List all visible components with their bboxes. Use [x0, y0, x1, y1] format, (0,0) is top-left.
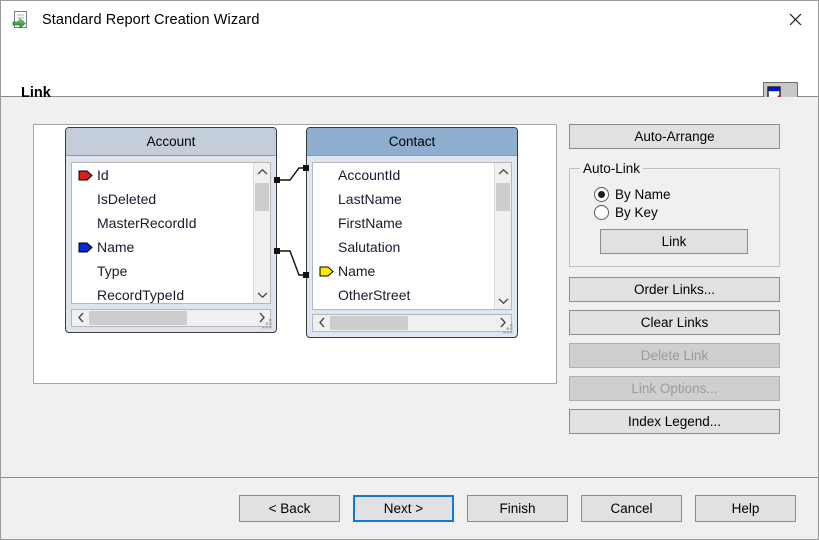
field-list-account[interactable]: Id IsDeleted MasterRecordId Name — [71, 162, 271, 304]
chevron-left-icon — [77, 311, 85, 326]
next-button[interactable]: Next > — [353, 495, 454, 522]
scrollbar-thumb[interactable] — [255, 183, 269, 211]
auto-link-group: Auto-Link By Name By Key Link — [569, 161, 780, 267]
field-label: RecordTypeId — [97, 287, 184, 303]
field-row[interactable]: Type — [72, 259, 253, 283]
field-row[interactable]: Salutation — [313, 235, 494, 259]
scroll-left-button[interactable] — [72, 310, 89, 326]
table-name-contact: Contact — [389, 134, 436, 149]
clear-links-button[interactable]: Clear Links — [569, 310, 780, 335]
field-row[interactable]: Name — [72, 235, 253, 259]
link-options-button[interactable]: Link Options... — [569, 376, 780, 401]
chevron-down-icon — [257, 287, 268, 302]
field-label: LastName — [338, 191, 402, 207]
field-row[interactable]: MasterRecordId — [72, 211, 253, 235]
title-bar: Standard Report Creation Wizard — [1, 1, 818, 39]
vertical-scrollbar[interactable] — [253, 163, 270, 303]
yellow-index-arrow-icon — [319, 266, 334, 277]
cancel-button[interactable]: Cancel — [581, 495, 682, 522]
table-header-account[interactable]: Account — [66, 128, 276, 156]
scroll-up-button[interactable] — [495, 163, 511, 180]
field-label: Name — [338, 263, 375, 279]
link-button[interactable]: Link — [600, 229, 748, 254]
link-line-id-accountid — [274, 165, 309, 183]
link-canvas[interactable]: Account Id IsDeleted — [33, 124, 557, 384]
link-line-name-name — [274, 248, 309, 278]
radio-label: By Key — [615, 205, 658, 220]
scroll-down-button[interactable] — [254, 286, 270, 303]
field-label: OtherStreet — [338, 287, 410, 303]
red-key-arrow-icon — [78, 170, 93, 181]
scroll-up-button[interactable] — [254, 163, 270, 180]
field-row[interactable]: AccountId — [313, 163, 494, 187]
table-box-contact[interactable]: Contact AccountId LastName FirstName — [306, 127, 518, 338]
table-box-account[interactable]: Account Id IsDeleted — [65, 127, 277, 333]
horizontal-scrollbar[interactable] — [71, 309, 271, 327]
field-label: IsDeleted — [97, 191, 156, 207]
resize-grip-icon[interactable] — [262, 317, 273, 328]
page-body: Account Id IsDeleted — [1, 97, 818, 477]
chevron-left-icon — [318, 316, 326, 331]
scrollbar-thumb[interactable] — [330, 316, 408, 330]
field-list-contact[interactable]: AccountId LastName FirstName Salutation — [312, 162, 512, 310]
page-header: Link Link together the tables you added … — [1, 39, 818, 97]
field-row[interactable]: IsDeleted — [72, 187, 253, 211]
resize-grip-icon[interactable] — [503, 322, 514, 333]
vertical-scrollbar[interactable] — [494, 163, 511, 309]
scrollbar-track[interactable] — [408, 315, 494, 331]
field-row[interactable]: FirstName — [313, 211, 494, 235]
field-label: Name — [97, 239, 134, 255]
radio-indicator — [594, 187, 609, 202]
field-row[interactable]: LastName — [313, 187, 494, 211]
field-label: Id — [97, 167, 109, 183]
field-label: Salutation — [338, 239, 400, 255]
field-label: MasterRecordId — [97, 215, 197, 231]
index-legend-button[interactable]: Index Legend... — [569, 409, 780, 434]
table-name-account: Account — [147, 134, 196, 149]
field-row[interactable]: Name — [313, 259, 494, 283]
scrollbar-track[interactable] — [187, 310, 253, 326]
auto-link-legend: Auto-Link — [580, 161, 643, 176]
auto-arrange-button[interactable]: Auto-Arrange — [569, 124, 780, 149]
radio-by-key[interactable]: By Key — [594, 205, 769, 220]
back-button[interactable]: < Back — [239, 495, 340, 522]
scroll-down-button[interactable] — [495, 292, 511, 309]
delete-link-button[interactable]: Delete Link — [569, 343, 780, 368]
field-label: FirstName — [338, 215, 403, 231]
field-label: AccountId — [338, 167, 400, 183]
scrollbar-thumb[interactable] — [496, 183, 510, 211]
field-row[interactable]: Id — [72, 163, 253, 187]
link-tools-panel: Auto-Arrange Auto-Link By Name By Key Li… — [569, 124, 780, 434]
close-icon — [789, 13, 802, 26]
table-header-contact[interactable]: Contact — [307, 128, 517, 156]
blue-index-arrow-icon — [78, 242, 93, 253]
wizard-window: Standard Report Creation Wizard Link Lin… — [0, 0, 819, 540]
horizontal-scrollbar[interactable] — [312, 314, 512, 332]
scrollbar-thumb[interactable] — [89, 311, 187, 325]
scroll-left-button[interactable] — [313, 315, 330, 331]
radio-label: By Name — [615, 187, 671, 202]
window-title: Standard Report Creation Wizard — [42, 12, 259, 28]
field-row[interactable]: RecordTypeId — [72, 283, 253, 303]
close-button[interactable] — [772, 1, 818, 38]
chevron-down-icon — [498, 293, 509, 308]
field-label: Type — [97, 263, 127, 279]
finish-button[interactable]: Finish — [467, 495, 568, 522]
wizard-footer: < Back Next > Finish Cancel Help — [1, 477, 818, 539]
help-button[interactable]: Help — [695, 495, 796, 522]
field-row[interactable]: OtherStreet — [313, 283, 494, 307]
chevron-up-icon — [498, 164, 509, 179]
order-links-button[interactable]: Order Links... — [569, 277, 780, 302]
chevron-up-icon — [257, 164, 268, 179]
radio-indicator — [594, 205, 609, 220]
radio-by-name[interactable]: By Name — [594, 187, 769, 202]
report-wizard-icon — [12, 10, 32, 30]
